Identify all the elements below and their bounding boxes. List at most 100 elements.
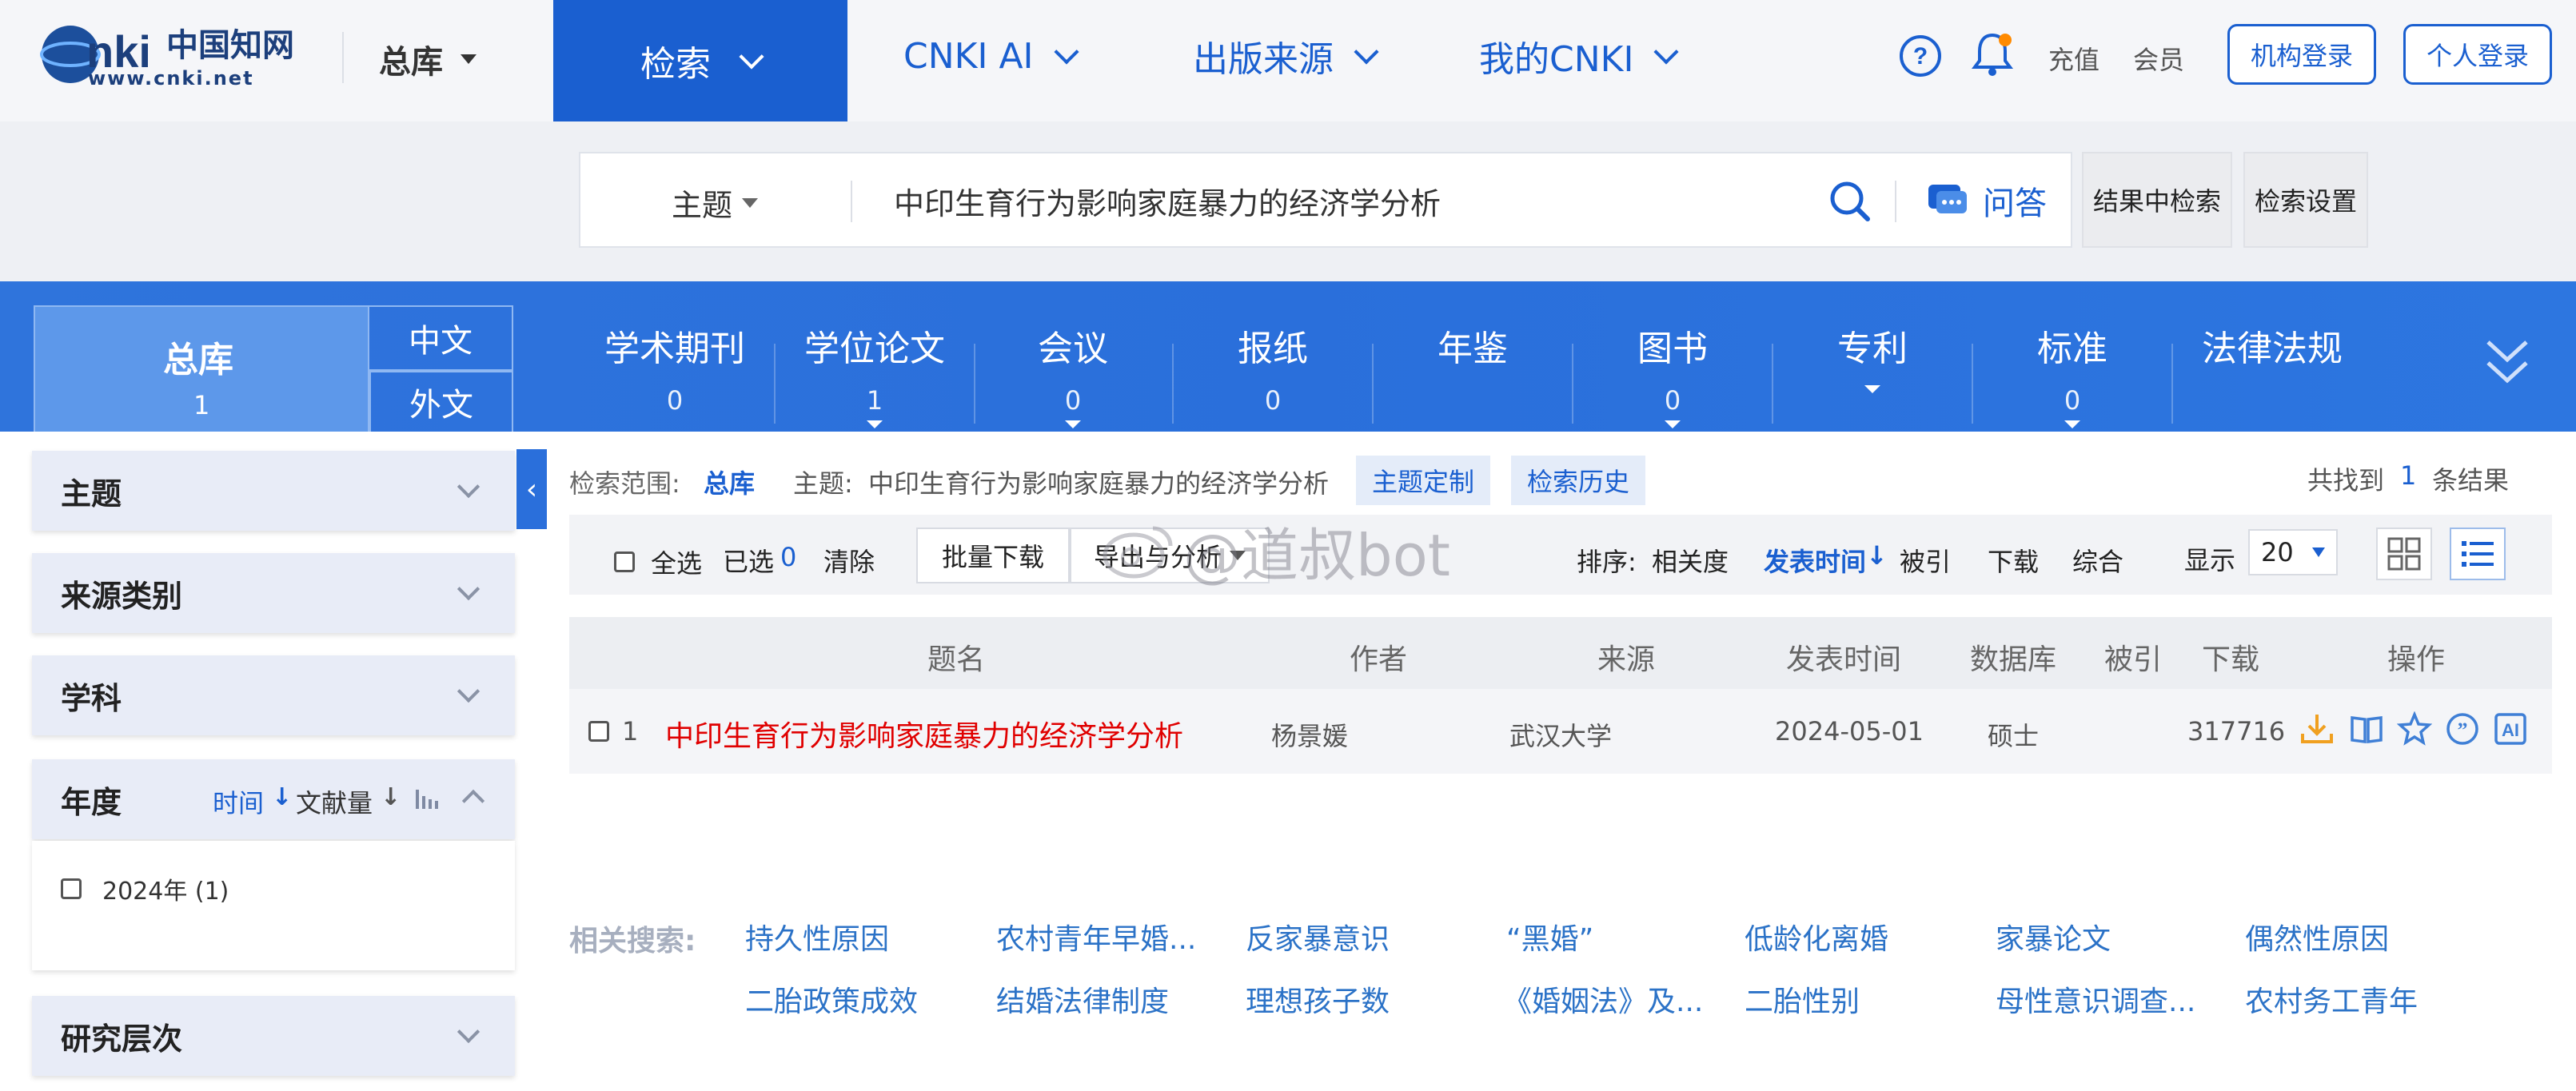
db-tab-newspapers[interactable]: 报纸 0 bbox=[1174, 320, 1372, 432]
db-tab-patents[interactable]: 专利 bbox=[1773, 320, 1972, 432]
column-database: 数据库 bbox=[1970, 643, 2057, 676]
nav-search[interactable]: 检索 bbox=[553, 0, 847, 121]
db-tab-conferences[interactable]: 会议 0 bbox=[974, 320, 1172, 432]
checkbox[interactable] bbox=[614, 551, 635, 572]
related-search-link[interactable]: 理想孩子数 bbox=[1246, 978, 1390, 1020]
row-source-link[interactable]: 武汉大学 bbox=[1509, 716, 1612, 753]
expand-tabs-icon[interactable] bbox=[2483, 334, 2531, 390]
logo-chinese-text: 中国知网 bbox=[166, 26, 294, 64]
nav-cnki-ai[interactable]: CNKI AI bbox=[903, 0, 1079, 112]
db-tab-laws[interactable]: 法律法规 bbox=[2173, 320, 2371, 432]
quote-icon[interactable]: ” bbox=[2445, 711, 2480, 747]
related-search-link[interactable]: 母性意识调查... bbox=[1996, 978, 2195, 1020]
related-search-link[interactable]: 结婚法律制度 bbox=[996, 978, 1169, 1020]
institution-login-button[interactable]: 机构登录 bbox=[2227, 24, 2376, 85]
db-tab-count: 0 bbox=[1064, 385, 1082, 416]
help-icon[interactable]: ? bbox=[1898, 34, 1943, 78]
caret-down-icon bbox=[461, 54, 477, 64]
grid-view-icon[interactable] bbox=[2376, 528, 2432, 580]
related-search-link[interactable]: 《婚姻法》及... bbox=[1503, 978, 1703, 1020]
library-dropdown[interactable]: 总库 bbox=[379, 34, 477, 85]
page-size-select[interactable]: 20 bbox=[2248, 529, 2338, 575]
nav-my-cnki[interactable]: 我的CNKI bbox=[1479, 0, 1680, 112]
read-online-icon[interactable] bbox=[2349, 711, 2384, 747]
bell-icon[interactable] bbox=[1970, 30, 2015, 78]
db-tab-label: 报纸 bbox=[1238, 328, 1308, 369]
sort-downloads[interactable]: 下载 bbox=[1988, 542, 2039, 579]
export-analysis-dropdown[interactable]: 导出与分析 bbox=[1070, 528, 1270, 583]
custom-topic-button[interactable]: 主题定制 bbox=[1356, 456, 1490, 505]
facet-topic[interactable]: 主题 bbox=[32, 451, 515, 531]
related-search-link[interactable]: 二胎性别 bbox=[1745, 978, 1860, 1020]
sort-date[interactable]: 发表时间 bbox=[1764, 542, 1866, 579]
batch-download-button[interactable]: 批量下载 bbox=[916, 528, 1070, 583]
lang-tab-chinese[interactable]: 中文 bbox=[369, 305, 513, 371]
search-field-select[interactable]: 主题 bbox=[672, 181, 759, 225]
recharge-link[interactable]: 充值 bbox=[2048, 40, 2099, 77]
related-search-link[interactable]: 反家暴意识 bbox=[1246, 916, 1390, 958]
row-checkbox[interactable] bbox=[588, 721, 609, 742]
year-sort-time[interactable]: 时间 bbox=[213, 783, 264, 820]
clear-selection-link[interactable]: 清除 bbox=[823, 542, 875, 579]
chevron-left-icon: ‹ bbox=[525, 472, 538, 506]
chevron-down-icon bbox=[457, 475, 481, 499]
sort-overall[interactable]: 综合 bbox=[2072, 542, 2123, 579]
ai-icon[interactable]: AI bbox=[2493, 711, 2528, 747]
search-icon[interactable] bbox=[1828, 179, 1872, 224]
related-search-link[interactable]: 持久性原因 bbox=[745, 916, 889, 958]
nav-cnki-ai-label: CNKI AI bbox=[903, 35, 1034, 77]
topic-label: 主题: bbox=[793, 468, 853, 499]
db-tab-theses[interactable]: 学位论文 1 bbox=[776, 320, 974, 432]
sort-relevance[interactable]: 相关度 bbox=[1652, 542, 1729, 579]
related-search-link[interactable]: 家暴论文 bbox=[1996, 916, 2111, 958]
db-tab-standards[interactable]: 标准 0 bbox=[1973, 320, 2171, 432]
nav-publication-sources[interactable]: 出版来源 bbox=[1193, 0, 1379, 112]
download-icon[interactable] bbox=[2299, 711, 2335, 747]
search-settings-button[interactable]: 检索设置 bbox=[2243, 152, 2368, 248]
facet-year[interactable]: 年度 时间 ↓ 文献量 ↓ bbox=[32, 759, 515, 839]
member-link[interactable]: 会员 bbox=[2133, 40, 2184, 77]
related-search-link[interactable]: 二胎政策成效 bbox=[745, 978, 918, 1020]
personal-login-button[interactable]: 个人登录 bbox=[2403, 24, 2552, 85]
year-option[interactable]: 2024年 (1) bbox=[61, 871, 229, 906]
db-tab-books[interactable]: 图书 0 bbox=[1573, 320, 1772, 432]
star-icon[interactable] bbox=[2396, 711, 2433, 747]
year-sort-count[interactable]: 文献量 bbox=[296, 783, 373, 820]
list-view-icon[interactable] bbox=[2450, 528, 2506, 580]
db-tab-yearbooks[interactable]: 年鉴 bbox=[1374, 320, 1572, 432]
search-history-button[interactable]: 检索历史 bbox=[1511, 456, 1645, 505]
caret-down-icon bbox=[1665, 420, 1681, 428]
row-title-link[interactable]: 中印生育行为影响家庭暴力的经济学分析 bbox=[665, 713, 1183, 755]
related-search-link[interactable]: “黑婚” bbox=[1506, 916, 1593, 958]
related-search-link[interactable]: 农村青年早婚... bbox=[996, 916, 1196, 958]
db-tab-journals[interactable]: 学术期刊 0 bbox=[576, 320, 774, 432]
related-searches-label: 相关搜索: bbox=[569, 925, 696, 958]
bar-chart-icon[interactable] bbox=[414, 786, 441, 810]
search-within-results-button[interactable]: 结果中检索 bbox=[2082, 152, 2232, 248]
lang-tab-foreign[interactable]: 外文 bbox=[369, 371, 513, 432]
row-author-link[interactable]: 杨景媛 bbox=[1271, 716, 1348, 753]
select-all[interactable]: 全选 bbox=[614, 544, 702, 580]
facet-research-level[interactable]: 研究层次 bbox=[32, 996, 515, 1076]
related-search-link[interactable]: 偶然性原因 bbox=[2245, 916, 2389, 958]
chevron-down-icon bbox=[1354, 39, 1379, 65]
chevron-up-icon[interactable] bbox=[461, 789, 485, 813]
cnki-logo[interactable]: nki 中国知网 www.cnki.net bbox=[30, 14, 302, 102]
selected-label: 已选 bbox=[723, 547, 775, 577]
caret-down-icon bbox=[867, 420, 883, 428]
sort-cited[interactable]: 被引 bbox=[1900, 542, 1951, 579]
facet-subject[interactable]: 学科 bbox=[32, 655, 515, 735]
caret-down-icon bbox=[2064, 420, 2080, 428]
facet-source-type[interactable]: 来源类别 bbox=[32, 553, 515, 633]
db-tab-label: 标准 bbox=[2037, 328, 2107, 369]
arrow-down-icon: ↓ bbox=[272, 783, 293, 811]
db-tab-total[interactable]: 总库 1 bbox=[34, 305, 369, 432]
search-input[interactable]: 中印生育行为影响家庭暴力的经济学分析 bbox=[894, 179, 1441, 223]
collapse-sidebar-button[interactable]: ‹ bbox=[516, 449, 547, 529]
related-search-link[interactable]: 低龄化离婚 bbox=[1745, 916, 1888, 958]
db-total-label: 总库 bbox=[163, 340, 233, 380]
qa-button[interactable]: 问答 bbox=[1925, 177, 2047, 224]
related-search-link[interactable]: 农村务工青年 bbox=[2245, 978, 2418, 1020]
facet-title: 来源类别 bbox=[61, 578, 183, 614]
checkbox[interactable] bbox=[61, 878, 82, 899]
